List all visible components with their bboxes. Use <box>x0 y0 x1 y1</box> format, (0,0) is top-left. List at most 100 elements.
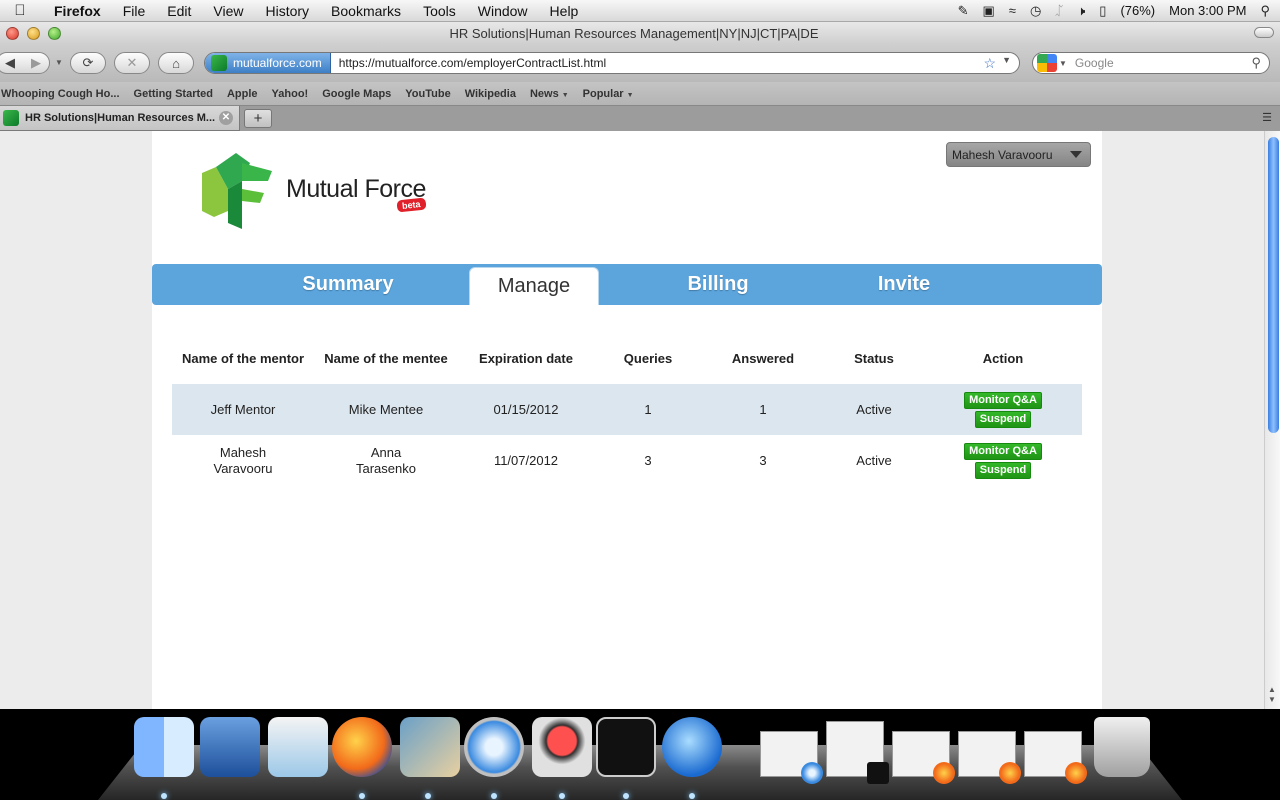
terminal-icon[interactable] <box>596 717 656 777</box>
col-header-mentor: Name of the mentor <box>181 350 305 366</box>
bookmark-news-label: News <box>529 87 559 100</box>
menu-bookmarks[interactable]: Bookmarks <box>320 3 412 19</box>
toolbar-toggle-icon[interactable] <box>1254 27 1274 38</box>
minimized-window-2[interactable] <box>826 721 889 784</box>
site-favicon-icon <box>211 55 227 71</box>
stop-icon: ✕ <box>126 55 138 70</box>
menu-file[interactable]: File <box>112 3 157 19</box>
new-tab-button[interactable]: + <box>244 109 272 128</box>
menu-tools[interactable]: Tools <box>412 3 467 19</box>
menu-edit[interactable]: Edit <box>156 3 202 19</box>
menu-help[interactable]: Help <box>539 3 590 19</box>
safari-icon[interactable] <box>464 717 524 777</box>
home-button[interactable]: ⌂ <box>158 52 194 74</box>
volume-icon[interactable]: 🕨 <box>1077 3 1085 19</box>
minimized-window-3[interactable] <box>892 731 955 784</box>
menu-app-firefox[interactable]: Firefox <box>40 3 112 19</box>
bookmark-apple[interactable]: Apple <box>220 88 265 100</box>
tab-close-icon[interactable]: ✕ <box>219 111 233 125</box>
spotlight-icon[interactable]: ⚲ <box>1260 3 1270 19</box>
monitor-qa-button[interactable]: Monitor Q&A <box>964 442 1042 460</box>
cell-queries: 1 <box>594 384 702 435</box>
trash-icon[interactable] <box>1094 717 1150 777</box>
network-utility-icon[interactable] <box>200 717 260 777</box>
running-indicator <box>161 793 167 799</box>
table-row: Jeff Mentor Mike Mentee 01/15/2012 1 1 A… <box>172 384 1082 435</box>
menu-history[interactable]: History <box>254 3 320 19</box>
scroll-arrows-icon[interactable]: ▲ ▼ <box>1268 685 1276 705</box>
clock[interactable]: Mon 3:00 PM <box>1169 3 1246 18</box>
site-identity-button[interactable]: mutualforce.com <box>205 53 331 73</box>
bookmark-getting-started[interactable]: Getting Started <box>127 88 220 100</box>
display-icon[interactable]: ▣ <box>983 3 995 19</box>
scrollbar-thumb[interactable] <box>1268 137 1279 433</box>
url-input[interactable]: https://mutualforce.com/employerContract… <box>331 56 984 70</box>
mentee-name: Anna Tarasenko <box>356 444 416 476</box>
forward-icon[interactable]: ▶ <box>31 55 41 71</box>
beta-badge: beta <box>396 197 427 213</box>
firefox-icon[interactable] <box>332 717 392 777</box>
iphoto-icon[interactable] <box>400 717 460 777</box>
safari-badge-icon <box>801 762 823 784</box>
chevron-down-icon <box>1070 151 1082 158</box>
google-engine-icon[interactable] <box>1037 54 1057 72</box>
recorder-icon[interactable] <box>532 717 592 777</box>
battery-icon[interactable]: ▯ <box>1099 3 1106 19</box>
col-header-expiration: Expiration date <box>479 350 573 366</box>
table-row: Mahesh Varavooru Anna Tarasenko 11/07/20… <box>172 435 1082 486</box>
bookmark-wikipedia[interactable]: Wikipedia <box>458 88 523 100</box>
running-indicator <box>559 793 565 799</box>
menu-window[interactable]: Window <box>467 3 539 19</box>
search-engine-dropdown-icon[interactable]: ▼ <box>1059 59 1067 68</box>
tab-invite[interactable]: Invite <box>824 264 984 305</box>
finder-icon[interactable] <box>134 717 194 777</box>
cell-actions: Monitor Q&A Suspend <box>924 384 1082 435</box>
minimized-window-1[interactable] <box>760 731 823 784</box>
bookmark-yahoo[interactable]: Yahoo! <box>265 88 316 100</box>
search-input[interactable]: Google <box>1067 56 1252 70</box>
bookmark-popular-label: Popular <box>582 87 624 100</box>
bookmark-youtube[interactable]: YouTube <box>398 88 457 100</box>
system-menu-bar:  Firefox File Edit View History Bookmar… <box>0 0 1280 22</box>
url-dropdown-icon[interactable]: ▼ <box>1002 55 1011 72</box>
time-machine-icon[interactable]: ◷ <box>1030 3 1041 19</box>
history-dropdown-icon[interactable]: ▼ <box>55 58 63 67</box>
menu-view[interactable]: View <box>202 3 254 19</box>
search-bar[interactable]: ▼ Google ⚲ <box>1032 52 1270 74</box>
tab-manage[interactable]: Manage <box>469 267 599 305</box>
pen-icon[interactable]: ✎ <box>958 3 969 19</box>
suspend-button[interactable]: Suspend <box>974 410 1032 428</box>
mutual-force-logo[interactable] <box>202 153 274 229</box>
back-icon[interactable]: ◀ <box>5 55 15 71</box>
col-header-status: Status <box>854 350 894 366</box>
vertical-scrollbar[interactable]: ▲ ▼ <box>1264 131 1280 709</box>
plus-icon: + <box>253 110 263 127</box>
stop-button[interactable]: ✕ <box>114 52 150 74</box>
bookmark-google-maps[interactable]: Google Maps <box>315 88 398 100</box>
minimized-window-5[interactable] <box>1024 731 1087 784</box>
search-icon[interactable]: ⚲ <box>1251 55 1269 71</box>
user-account-dropdown[interactable]: Mahesh Varavooru <box>946 142 1091 167</box>
wifi-icon[interactable]: ≈ <box>1009 3 1016 18</box>
reload-button[interactable]: ⟳ <box>70 52 106 74</box>
system-utility-icon[interactable] <box>268 717 328 777</box>
tab-summary[interactable]: Summary <box>248 264 448 305</box>
cell-status: Active <box>856 452 892 468</box>
contract-list-table: Name of the mentor Name of the mentee Ex… <box>172 333 1082 486</box>
bookmark-folder-popular[interactable]: Popular ▼ <box>576 88 641 100</box>
list-all-tabs-icon[interactable]: ☰ <box>1258 111 1276 125</box>
bluetooth-icon[interactable]: ᛢ <box>1055 3 1063 18</box>
window-title-bar: HR Solutions|Human Resources Management|… <box>0 22 1280 44</box>
browser-tab-active[interactable]: HR Solutions|Human Resources M... ✕ <box>0 106 240 131</box>
minimized-window-4[interactable] <box>958 731 1021 784</box>
bookmark-star-icon[interactable]: ☆ <box>984 55 997 72</box>
suspend-button[interactable]: Suspend <box>974 461 1032 479</box>
apple-icon[interactable]:  <box>0 2 40 19</box>
bookmark-folder-news[interactable]: News ▼ <box>523 88 576 100</box>
url-bar[interactable]: mutualforce.com https://mutualforce.com/… <box>204 52 1020 74</box>
bookmark-whooping-cough[interactable]: Whooping Cough Ho... <box>0 88 127 100</box>
firefox-badge-icon <box>1065 762 1087 784</box>
monitor-qa-button[interactable]: Monitor Q&A <box>964 391 1042 409</box>
tab-billing[interactable]: Billing <box>628 264 808 305</box>
mail-icon[interactable] <box>662 717 722 777</box>
